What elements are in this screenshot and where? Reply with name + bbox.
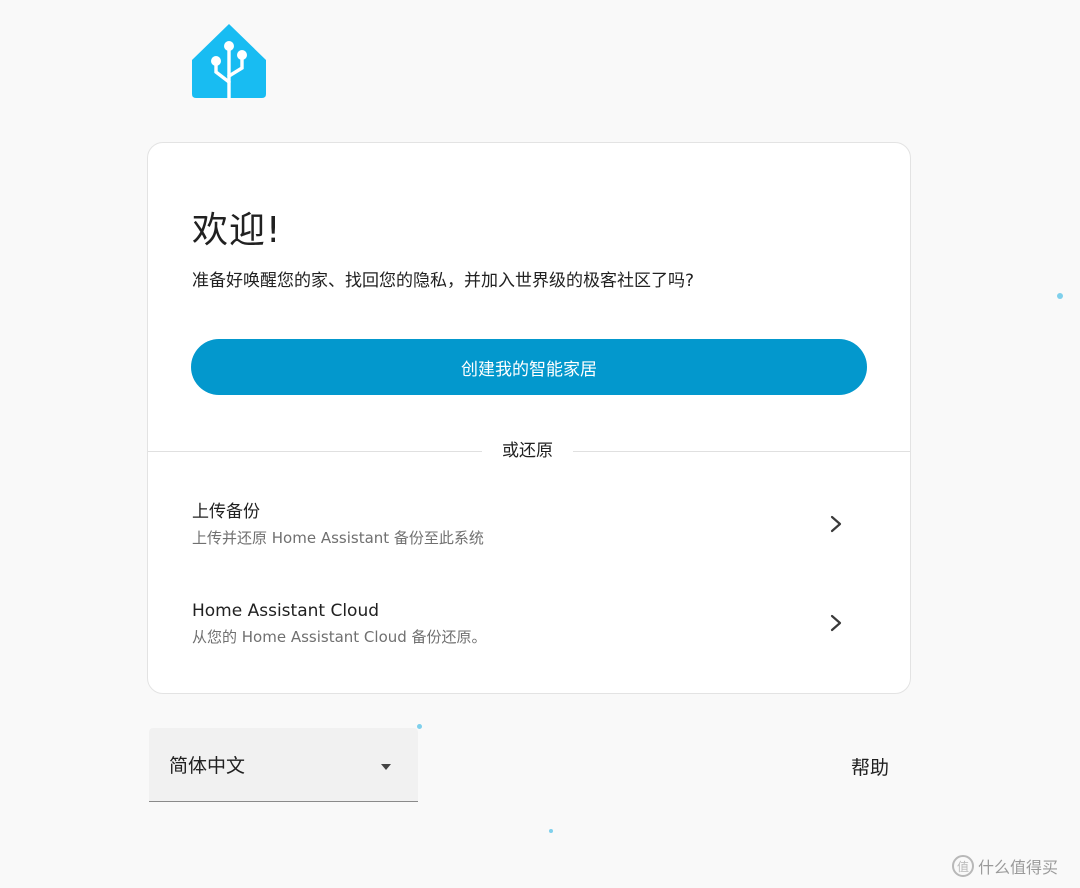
option-description: 从您的 Home Assistant Cloud 备份还原。 xyxy=(192,628,487,646)
divider-label: 或还原 xyxy=(482,439,573,463)
decorative-dot xyxy=(417,724,422,729)
cloud-backup-option[interactable]: Home Assistant Cloud 从您的 Home Assistant … xyxy=(148,599,910,679)
onboarding-card: 欢迎! 准备好唤醒您的家、找回您的隐私，并加入世界级的极客社区了吗? 创建我的智… xyxy=(147,142,911,694)
upload-backup-option[interactable]: 上传备份 上传并还原 Home Assistant 备份至此系统 xyxy=(148,500,910,580)
option-title: 上传备份 xyxy=(192,502,260,522)
chevron-right-icon xyxy=(830,614,842,632)
watermark-text: 什么值得买 xyxy=(978,858,1059,877)
chevron-right-icon xyxy=(830,515,842,533)
help-link[interactable]: 帮助 xyxy=(851,756,889,780)
decorative-dot xyxy=(1057,293,1063,299)
decorative-dot xyxy=(549,829,553,833)
language-select[interactable]: 简体中文 xyxy=(149,728,418,802)
watermark: 值 什么值得买 xyxy=(952,854,1058,878)
arrow-drop-down-icon xyxy=(381,764,391,770)
home-assistant-logo-icon xyxy=(192,24,266,100)
watermark-logo-icon: 值 xyxy=(952,855,974,877)
language-value: 简体中文 xyxy=(169,755,246,777)
welcome-subtitle: 准备好唤醒您的家、找回您的隐私，并加入世界级的极客社区了吗? xyxy=(192,271,695,291)
option-title: Home Assistant Cloud xyxy=(192,601,380,621)
create-smart-home-button[interactable]: 创建我的智能家居 xyxy=(191,339,867,395)
option-description: 上传并还原 Home Assistant 备份至此系统 xyxy=(192,529,484,547)
page-title: 欢迎! xyxy=(192,210,282,251)
